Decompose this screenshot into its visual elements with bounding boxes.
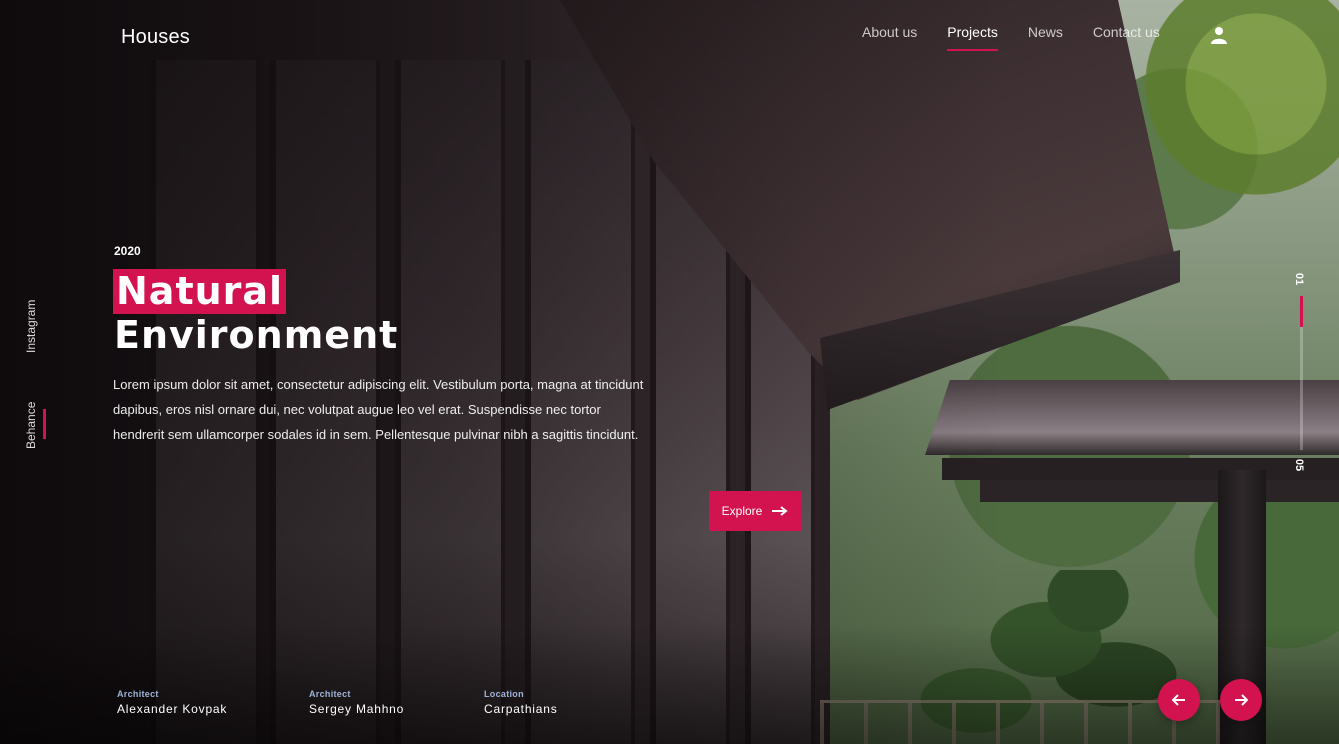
active-social-indicator bbox=[43, 409, 46, 439]
credit-value: Sergey Mahhno bbox=[309, 702, 405, 716]
bottom-overlay bbox=[0, 624, 1339, 744]
hero-title-highlight: Natural bbox=[113, 269, 287, 314]
user-icon[interactable] bbox=[1210, 26, 1228, 44]
credit-value: Alexander Kovpak bbox=[117, 702, 228, 716]
credit-label: Location bbox=[484, 689, 524, 699]
slide-progress-fill bbox=[1300, 296, 1303, 327]
credit-label: Architect bbox=[117, 689, 159, 699]
explore-button[interactable]: Explore bbox=[709, 491, 801, 531]
social-link-behance[interactable]: Behance bbox=[24, 402, 38, 449]
main-nav: About us Projects News Contact us bbox=[862, 24, 1190, 51]
credit-architect-2: Architect Sergey Mahhno bbox=[309, 689, 404, 716]
slide-current: 01 bbox=[1293, 272, 1306, 286]
hero-title: Environment bbox=[114, 313, 399, 357]
credit-value: Carpathians bbox=[484, 702, 558, 716]
nav-item-projects[interactable]: Projects bbox=[947, 24, 998, 51]
prev-slide-button[interactable] bbox=[1158, 679, 1200, 721]
next-slide-button[interactable] bbox=[1220, 679, 1262, 721]
nav-item-news[interactable]: News bbox=[1028, 24, 1063, 50]
slide-progress-track bbox=[1300, 296, 1303, 450]
explore-button-label: Explore bbox=[721, 504, 763, 518]
social-link-instagram[interactable]: Instagram bbox=[24, 300, 38, 353]
credit-location: Location Carpathians bbox=[484, 689, 558, 716]
credit-label: Architect bbox=[309, 689, 351, 699]
slide-total: 05 bbox=[1293, 458, 1306, 472]
project-year: 2020 bbox=[114, 244, 141, 258]
credit-architect-1: Architect Alexander Kovpak bbox=[117, 689, 227, 716]
arrow-right-icon bbox=[772, 506, 788, 516]
nav-item-contact-us[interactable]: Contact us bbox=[1093, 24, 1160, 50]
arrow-left-icon bbox=[1172, 694, 1185, 706]
hero-description: Lorem ipsum dolor sit amet, consectetur … bbox=[113, 377, 644, 442]
arrow-right-icon bbox=[1235, 694, 1248, 706]
nav-item-about-us[interactable]: About us bbox=[862, 24, 917, 50]
user-icon-glyph bbox=[1211, 27, 1227, 44]
site-logo[interactable]: Houses bbox=[121, 26, 190, 49]
